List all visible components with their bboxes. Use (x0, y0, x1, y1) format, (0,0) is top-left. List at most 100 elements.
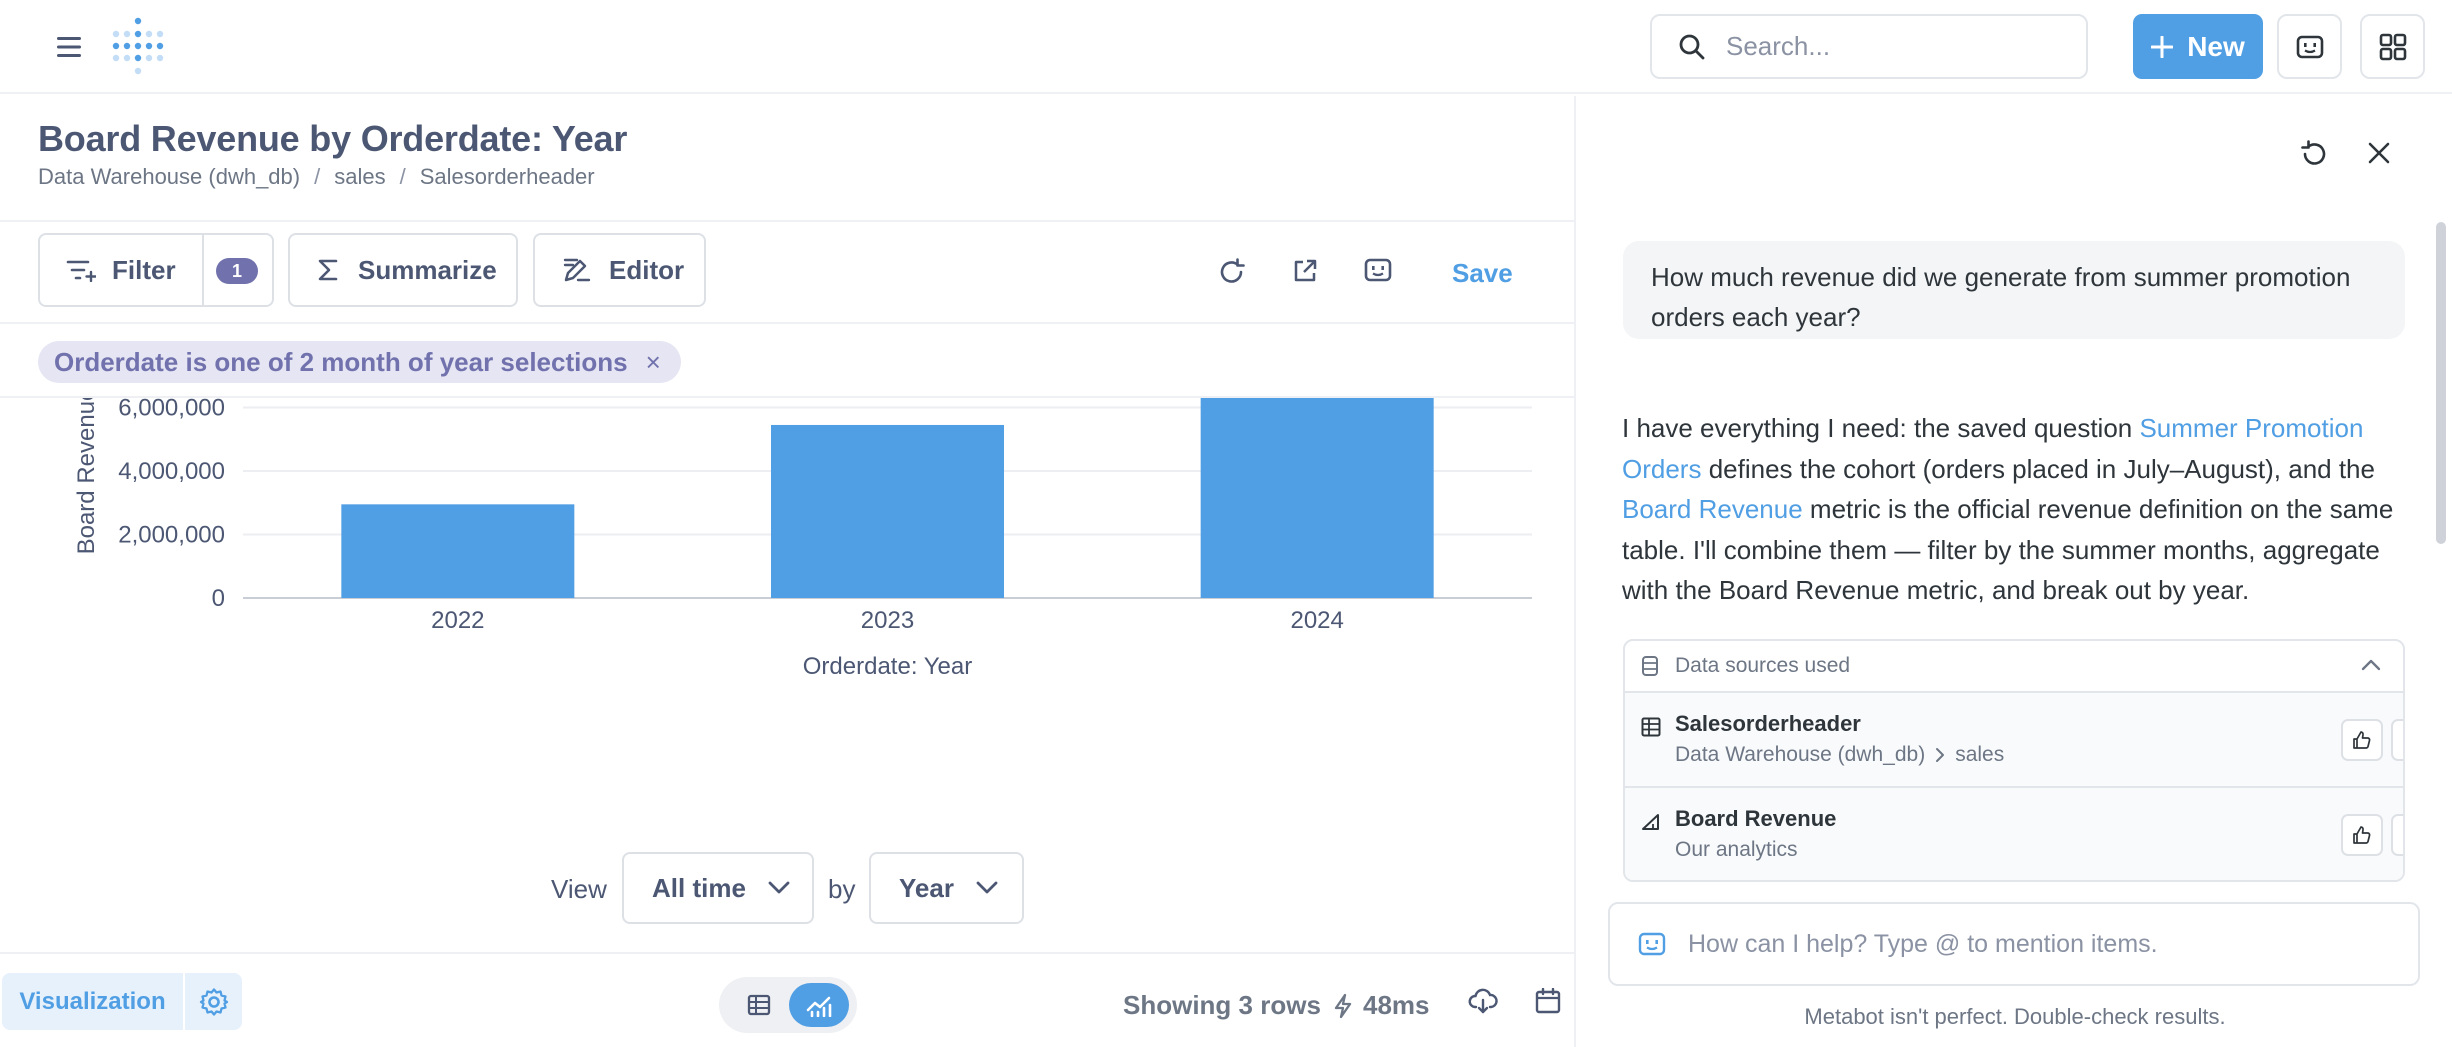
page-title[interactable]: Board Revenue by Orderdate: Year (38, 118, 627, 160)
y-axis-label: Board Revenue (73, 398, 100, 554)
question-footer: Visualization Showing 3 rows 48ms (0, 952, 1576, 1047)
chevron-down-icon (976, 881, 998, 895)
user-message: How much revenue did we generate from su… (1623, 241, 2405, 339)
editor-button-label: Editor (609, 254, 685, 285)
panel-scrollbar[interactable] (2436, 222, 2446, 544)
refresh-icon[interactable] (1218, 258, 1246, 286)
filter-pill-label: Orderdate is one of 2 month of year sele… (54, 346, 628, 377)
breadcrumb-separator: / (314, 164, 321, 189)
x-tick-label: 2023 (861, 607, 914, 634)
breadcrumb-separator: / (399, 164, 406, 189)
board-revenue-link[interactable]: Board Revenue (1622, 494, 1803, 524)
by-label: by (828, 874, 856, 904)
y-tick-label: 2,000,000 (118, 522, 225, 549)
close-icon[interactable] (2368, 142, 2390, 164)
thumbs-up-icon (2352, 730, 2372, 750)
x-tick-label: 2022 (431, 607, 484, 634)
time-unit-select[interactable]: Year (869, 852, 1024, 924)
question-view: Board Revenue by Orderdate: Year Data Wa… (0, 96, 1576, 1047)
filter-pill[interactable]: Orderdate is one of 2 month of year sele… (38, 341, 681, 383)
chart-svg: 02,000,0004,000,0006,000,0008,000,000202… (73, 398, 1532, 680)
thumbs-up-button[interactable] (2341, 719, 2383, 761)
row-count-label: Showing 3 rows (1123, 990, 1321, 1020)
search-input[interactable] (1726, 31, 2066, 62)
metabot-icon (1638, 932, 1666, 956)
data-source-collection: Our analytics (1675, 838, 1798, 861)
data-source-path: Data Warehouse (dwh_db) sales (1675, 743, 2004, 767)
download-icon[interactable] (1468, 988, 1498, 1014)
reset-conversation-icon[interactable] (2300, 140, 2328, 168)
filter-button[interactable]: Filter 1 (38, 233, 274, 307)
query-timing-value: 48ms (1363, 990, 1430, 1020)
time-series-controls: View All time by Year (0, 852, 1576, 924)
thumbs-up-icon (2352, 825, 2372, 845)
answer-text: I have everything I need: the saved ques… (1622, 413, 2140, 443)
save-button[interactable]: Save (1452, 258, 1513, 289)
metabot-disclaimer: Metabot isn't perfect. Double-check resu… (1804, 1004, 2226, 1029)
editor-button[interactable]: Editor (533, 233, 706, 307)
x-axis-label: Orderdate: Year (803, 653, 972, 680)
time-unit-value: Year (899, 872, 954, 903)
new-button-label: New (2187, 30, 2245, 62)
filter-button-label: Filter (112, 254, 176, 285)
breadcrumb-schema[interactable]: sales (334, 164, 385, 190)
filter-bar: Orderdate is one of 2 month of year sele… (0, 326, 1576, 398)
search-field[interactable] (1650, 14, 2088, 79)
answer-text: defines the cohort (orders placed in Jul… (1701, 453, 2375, 484)
bar[interactable] (771, 424, 1004, 598)
lightning-icon (1333, 993, 1353, 1019)
table-icon (747, 994, 771, 1016)
data-source-item[interactable]: Salesorderheader Data Warehouse (dwh_db)… (1625, 693, 2403, 788)
bar-chart: 02,000,0004,000,0006,000,0008,000,000202… (0, 398, 1576, 718)
data-source-item[interactable]: Board Revenue Our analytics (1625, 788, 2403, 880)
thumbs-down-button[interactable] (2391, 814, 2403, 856)
data-source-database: Data Warehouse (dwh_db) (1675, 743, 1926, 766)
metabot-chat-box[interactable] (1608, 902, 2420, 986)
metabot-answer: I have everything I need: the saved ques… (1622, 408, 2412, 611)
time-range-select[interactable]: All time (622, 852, 814, 924)
breadcrumb: Data Warehouse (dwh_db) / sales / Saleso… (38, 164, 595, 190)
metabase-logo-icon[interactable] (110, 16, 166, 76)
breadcrumb-database[interactable]: Data Warehouse (dwh_db) (38, 164, 300, 190)
viz-settings-button[interactable] (185, 973, 242, 1030)
share-external-icon[interactable] (1292, 258, 1318, 284)
filter-divider (202, 235, 204, 305)
chart-view-toggle[interactable] (789, 983, 849, 1027)
data-sources-header[interactable]: Data sources used (1625, 641, 2403, 693)
y-tick-label: 4,000,000 (118, 458, 225, 485)
new-button[interactable]: New (2133, 14, 2263, 79)
data-source-name: Salesorderheader (1675, 711, 1861, 736)
metabot-prompt-input[interactable] (1688, 929, 2388, 959)
line-chart-icon (805, 993, 833, 1017)
table-view-toggle[interactable] (729, 984, 789, 1026)
summarize-button[interactable]: Summarize (288, 233, 518, 307)
bar[interactable] (1200, 398, 1434, 598)
data-sources-title: Data sources used (1675, 654, 1851, 677)
breadcrumb-table[interactable]: Salesorderheader (420, 164, 595, 190)
time-range-value: All time (652, 872, 746, 903)
remove-filter-icon[interactable]: × (646, 347, 661, 378)
gear-icon (199, 987, 229, 1017)
view-label: View (551, 874, 607, 904)
query-timing: 48ms (1333, 990, 1430, 1021)
bar[interactable] (341, 504, 575, 598)
filter-count-badge[interactable]: 1 (216, 258, 258, 284)
thumbs-down-button[interactable] (2391, 719, 2403, 761)
thumbs-down-icon (2402, 825, 2403, 845)
calendar-icon[interactable] (1535, 988, 1561, 1014)
chevron-up-icon[interactable] (2361, 659, 2381, 671)
grid-icon (2379, 33, 2407, 61)
metabot-panel: How much revenue did we generate from su… (1578, 96, 2452, 1047)
metabot-icon[interactable] (1364, 258, 1392, 282)
thumbs-up-button[interactable] (2341, 814, 2383, 856)
visualization-button[interactable]: Visualization (2, 973, 183, 1030)
metabot-button[interactable] (2277, 14, 2342, 79)
top-navigation-bar: New (0, 0, 2452, 94)
apps-grid-button[interactable] (2360, 14, 2425, 79)
plus-icon (2151, 35, 2174, 58)
notebook-pencil-icon (563, 257, 591, 283)
hamburger-menu-icon[interactable] (52, 30, 88, 64)
sigma-icon (318, 258, 338, 282)
x-tick-label: 2024 (1290, 607, 1343, 634)
metabot-icon (2296, 35, 2324, 59)
